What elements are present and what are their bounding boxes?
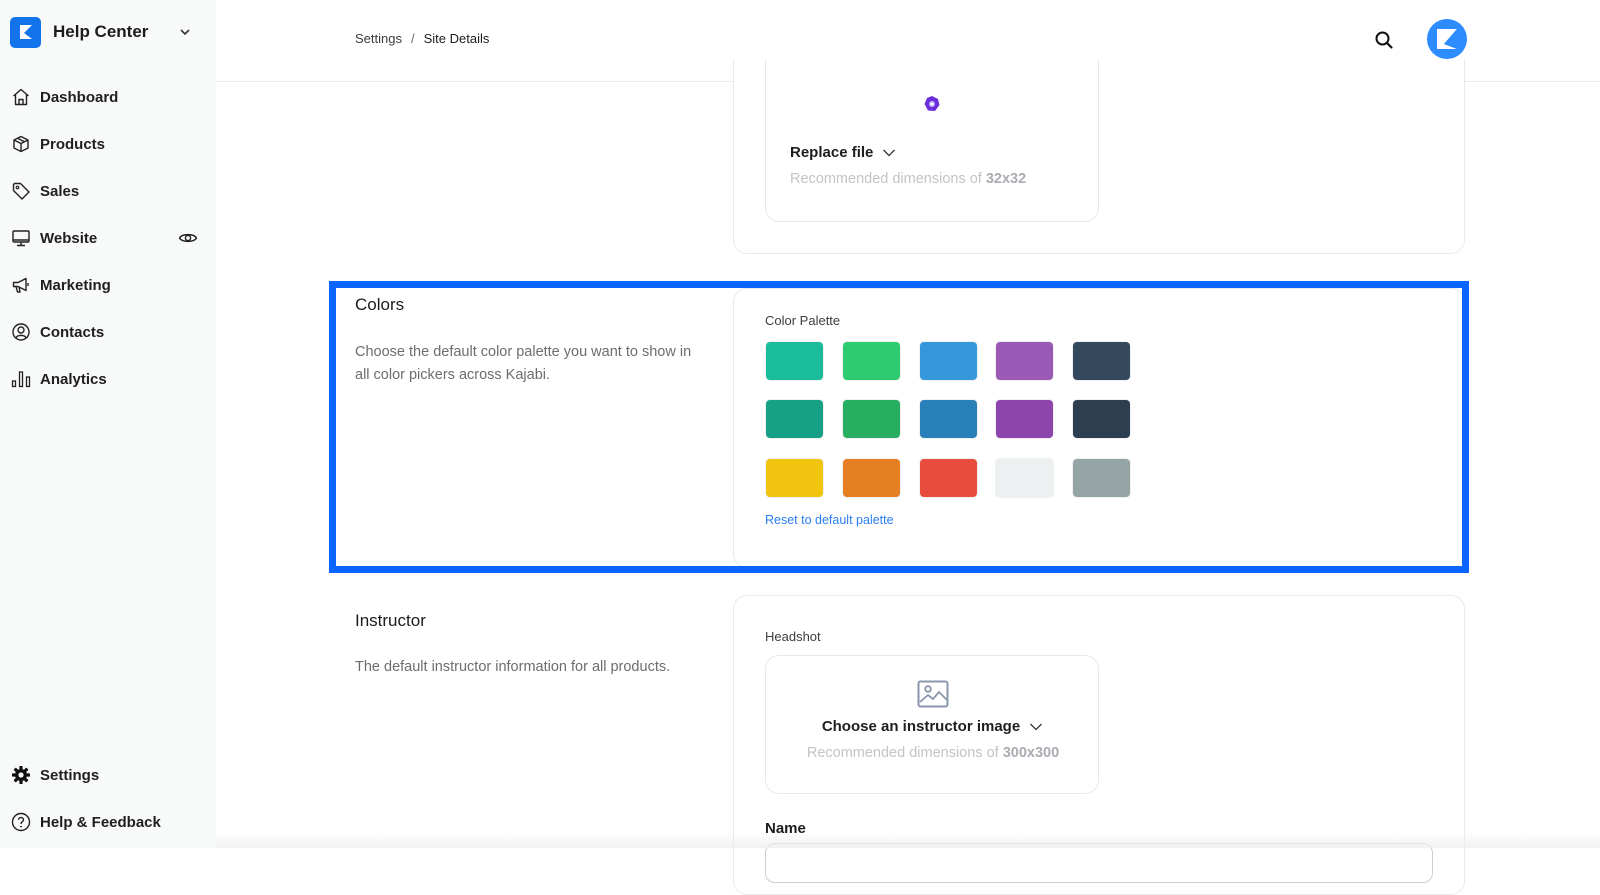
avatar[interactable]	[1427, 19, 1467, 59]
kajabi-avatar-icon	[1437, 29, 1457, 49]
sidebar-item-help-feedback[interactable]: Help & Feedback	[10, 807, 210, 837]
name-label: Name	[765, 820, 806, 837]
color-palette-label: Color Palette	[765, 313, 841, 328]
sidebar-item-products[interactable]: Products	[10, 129, 210, 159]
chevron-down-icon	[180, 29, 190, 36]
colors-title: Colors	[355, 295, 405, 314]
sidebar-item-dashboard[interactable]: Dashboard	[10, 82, 210, 112]
sidebar-item-website[interactable]: Website	[10, 223, 210, 253]
sidebar-item-label: Website	[40, 229, 98, 247]
favicon-preview-icon	[924, 96, 940, 111]
color-swatch[interactable]	[1073, 459, 1130, 497]
sidebar-item-sales[interactable]: Sales	[10, 176, 210, 206]
sidebar-item-label: Sales	[40, 182, 80, 200]
replace-file-button[interactable]: Replace file	[790, 144, 897, 161]
home-icon	[10, 86, 32, 108]
hint-prefix: Recommended dimensions of	[806, 745, 999, 761]
hint-value: 32x32	[985, 171, 1027, 187]
image-placeholder-icon	[917, 680, 949, 708]
color-swatch[interactable]	[996, 342, 1053, 380]
breadcrumb-settings[interactable]: Settings	[355, 31, 402, 46]
breadcrumb-separator: /	[410, 31, 415, 46]
kajabi-logo-icon	[10, 16, 41, 48]
sidebar-item-contacts[interactable]: Contacts	[10, 317, 210, 347]
color-swatch[interactable]	[920, 459, 977, 497]
chevron-down-icon	[883, 149, 896, 156]
color-swatch[interactable]	[920, 400, 977, 438]
sidebar-item-marketing[interactable]: Marketing	[10, 270, 210, 300]
replace-file-label: Replace file	[790, 144, 874, 161]
sidebar-item-label: Marketing	[40, 276, 111, 294]
bar-chart-icon	[10, 368, 32, 390]
color-swatch[interactable]	[766, 342, 823, 380]
breadcrumb-site-details: Site Details	[423, 31, 490, 46]
sidebar-item-settings[interactable]: Settings	[10, 760, 210, 790]
headshot-label: Headshot	[765, 629, 821, 644]
color-swatch[interactable]	[996, 459, 1053, 497]
monitor-icon	[10, 227, 32, 249]
color-swatch[interactable]	[1073, 400, 1130, 438]
favicon-dimensions-hint: Recommended dimensions of 32x32	[790, 171, 1026, 187]
colors-description: Choose the default color palette you wan…	[355, 344, 692, 383]
color-swatch[interactable]	[766, 400, 823, 438]
hint-prefix: Recommended dimensions of	[790, 171, 982, 187]
color-swatch[interactable]	[843, 459, 900, 497]
sidebar-item-label: Contacts	[40, 323, 105, 341]
sidebar: Help Center Dashboard Products Sales Web…	[0, 0, 216, 848]
color-swatch[interactable]	[843, 400, 900, 438]
color-swatch[interactable]	[920, 342, 977, 380]
headshot-dimensions-hint: Recommended dimensions of 300x300	[766, 745, 1100, 761]
site-switcher[interactable]: Help Center	[10, 16, 200, 48]
help-circle-icon	[10, 811, 32, 833]
headshot-upload-box[interactable]: Choose an instructor image Recommended d…	[765, 655, 1099, 794]
chevron-down-icon	[1030, 723, 1043, 730]
color-swatch[interactable]	[1073, 342, 1130, 380]
gear-icon	[10, 764, 32, 786]
instructor-title: Instructor	[355, 611, 426, 630]
sidebar-item-label: Analytics	[40, 370, 107, 388]
user-circle-icon	[10, 321, 32, 343]
site-name: Help Center	[53, 22, 149, 41]
eye-icon[interactable]	[178, 228, 198, 248]
sidebar-item-analytics[interactable]: Analytics	[10, 364, 210, 394]
hint-value: 300x300	[1002, 745, 1060, 761]
color-swatch[interactable]	[843, 342, 900, 380]
sidebar-item-label: Dashboard	[40, 88, 119, 106]
tag-icon	[10, 180, 32, 202]
favicon-upload-box: Replace file Recommended dimensions of 3…	[765, 60, 1099, 222]
megaphone-icon	[10, 274, 32, 296]
sidebar-item-label: Products	[40, 135, 106, 153]
sidebar-item-label: Settings	[40, 766, 100, 784]
color-swatch[interactable]	[996, 400, 1053, 438]
breadcrumb: Settings / Site Details	[355, 31, 489, 46]
search-icon[interactable]	[1372, 28, 1396, 52]
instructor-description: The default instructor information for a…	[355, 659, 671, 675]
instructor-name-input[interactable]	[765, 843, 1433, 883]
choose-instructor-image-button[interactable]: Choose an instructor image	[766, 718, 1100, 735]
color-swatch[interactable]	[766, 459, 823, 497]
reset-palette-link[interactable]: Reset to default palette	[765, 513, 894, 527]
choose-image-label: Choose an instructor image	[821, 718, 1021, 735]
box-icon	[10, 133, 32, 155]
sidebar-item-label: Help & Feedback	[40, 813, 161, 831]
